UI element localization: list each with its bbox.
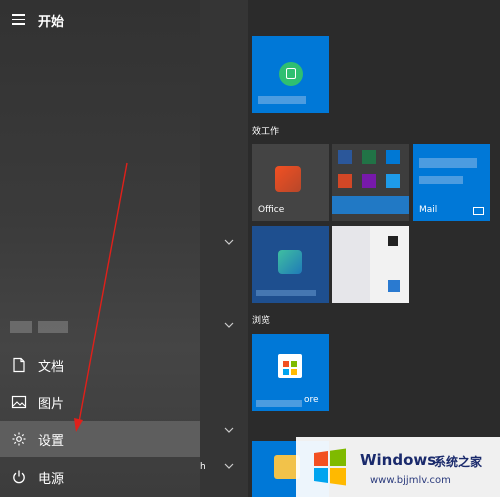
- watermark-brand: Windows: [360, 451, 437, 469]
- envelope-icon: [473, 207, 484, 215]
- nav-item-pictures[interactable]: 图片: [0, 384, 200, 420]
- outlook-icon: [386, 150, 400, 164]
- tile-store[interactable]: ore: [252, 334, 329, 411]
- onedrive-icon: [386, 174, 400, 188]
- group-label-browse: 浏览: [252, 316, 271, 326]
- shopping-bag-icon: [279, 62, 303, 86]
- nav-item-documents[interactable]: 文档: [0, 347, 200, 383]
- gear-icon: [12, 432, 26, 446]
- tile-photos[interactable]: [332, 226, 409, 303]
- document-icon: [13, 357, 25, 373]
- truncated-label: h: [200, 462, 206, 472]
- start-menu-left-pane: 开始 文档 图片 设置 电源: [0, 0, 200, 497]
- tile-label-office: Office: [258, 205, 285, 215]
- app-icon: [278, 250, 302, 274]
- office-logo-icon: [275, 166, 301, 192]
- chevron-down-icon[interactable]: [224, 426, 234, 434]
- user-avatar-blurred[interactable]: [10, 321, 70, 333]
- tile-browser[interactable]: [252, 226, 329, 303]
- word-icon: [338, 150, 352, 164]
- app-list-pane: [200, 0, 248, 497]
- preview-pane: [332, 226, 370, 303]
- chevron-down-icon[interactable]: [224, 462, 234, 470]
- nav-label-pictures: 图片: [38, 397, 65, 412]
- chevron-down-icon[interactable]: [224, 321, 234, 329]
- tile-office-apps[interactable]: [332, 144, 409, 221]
- onenote-icon: [362, 174, 376, 188]
- start-title: 开始: [38, 15, 65, 30]
- nav-item-settings[interactable]: 设置: [0, 421, 200, 457]
- thumbnail-icon: [388, 280, 400, 292]
- blurred-label: [419, 176, 463, 184]
- start-header: 开始: [0, 0, 200, 40]
- tile-office[interactable]: Office: [252, 144, 329, 221]
- watermark-url: www.bjjmlv.com: [370, 475, 451, 486]
- powerpoint-icon: [338, 174, 352, 188]
- nav-label-documents: 文档: [38, 360, 65, 375]
- chevron-down-icon[interactable]: [224, 238, 234, 246]
- nav-label-power: 电源: [38, 472, 65, 487]
- group-label-work: 效工作: [252, 127, 280, 137]
- power-icon: [13, 470, 25, 484]
- watermark-cn: 系统之家: [434, 455, 483, 469]
- windows-logo-icon: [314, 448, 346, 486]
- store-bag-icon: [278, 354, 302, 378]
- blurred-label: [419, 158, 477, 168]
- tile-mail[interactable]: Mail: [413, 144, 490, 221]
- blurred-label: [258, 96, 306, 104]
- blurred-label: [256, 290, 316, 296]
- tile-label-mail: Mail: [419, 205, 438, 215]
- excel-icon: [362, 150, 376, 164]
- nav-label-settings: 设置: [38, 434, 65, 449]
- watermark: Windows 系统之家 www.bjjmlv.com: [296, 437, 500, 497]
- thumbnail-icon: [388, 236, 398, 246]
- picture-icon: [11, 395, 27, 409]
- nav-item-power[interactable]: 电源: [0, 459, 200, 495]
- tile-label-store: ore: [304, 395, 319, 405]
- tile-shopping[interactable]: [252, 36, 329, 113]
- hamburger-menu-icon[interactable]: [12, 14, 25, 25]
- blurred-label: [256, 400, 302, 407]
- blurred-label: [332, 196, 409, 214]
